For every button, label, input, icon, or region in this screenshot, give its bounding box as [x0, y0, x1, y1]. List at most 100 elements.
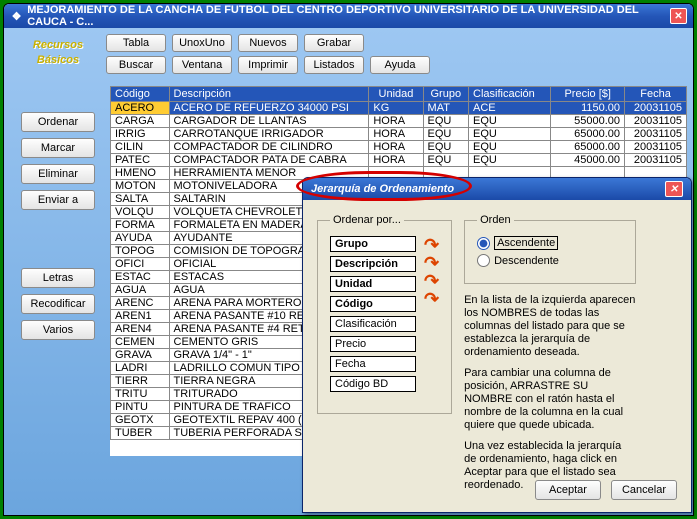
dialog-close-icon[interactable]: ✕ — [665, 181, 683, 197]
cell-codigo: OFICI — [111, 258, 170, 271]
toolbar-row-2: Buscar Ventana Imprimir Listados Ayuda — [106, 56, 687, 74]
ordenar-por-group: Ordenar por... GrupoDescripciónUnidadCód… — [317, 214, 452, 414]
cell-unidad: HORA — [369, 154, 423, 167]
radio-ascendente-input[interactable] — [477, 237, 490, 250]
cell-grupo: EQU — [423, 128, 469, 141]
arrow-icon: ↷ — [424, 292, 439, 308]
unoxuno-button[interactable]: UnoxUno — [172, 34, 232, 52]
cell-codigo: FORMA — [111, 219, 170, 232]
cancelar-button[interactable]: Cancelar — [611, 480, 677, 500]
table-row[interactable]: CILINCOMPACTADOR DE CILINDROHORAEQUEQU65… — [111, 141, 687, 154]
titlebar[interactable]: ❖ MEJORAMIENTO DE LA CANCHA DE FUTBOL DE… — [4, 4, 693, 28]
ordenar-button[interactable]: Ordenar — [21, 112, 95, 132]
cell-grupo: EQU — [423, 141, 469, 154]
app-icon: ❖ — [10, 9, 23, 23]
ventana-button[interactable]: Ventana — [172, 56, 232, 74]
letras-button[interactable]: Letras — [21, 268, 95, 288]
cell-desc: ACERO DE REFUERZO 34000 PSI — [169, 102, 369, 115]
eliminar-button[interactable]: Eliminar — [21, 164, 95, 184]
cell-desc: COMPACTADOR DE CILINDRO — [169, 141, 369, 154]
cell-unidad: KG — [369, 102, 423, 115]
cell-codigo: ACERO — [111, 102, 170, 115]
tabla-button[interactable]: Tabla — [106, 34, 166, 52]
cell-grupo: EQU — [423, 154, 469, 167]
buscar-button[interactable]: Buscar — [106, 56, 166, 74]
cell-codigo: TOPOG — [111, 245, 170, 258]
table-row[interactable]: ACEROACERO DE REFUERZO 34000 PSIKGMATACE… — [111, 102, 687, 115]
cell-codigo: CILIN — [111, 141, 170, 154]
cell-codigo: SALTA — [111, 193, 170, 206]
cell-codigo: ESTAC — [111, 271, 170, 284]
order-field[interactable]: Precio — [330, 336, 416, 352]
aceptar-button[interactable]: Aceptar — [535, 480, 601, 500]
col-header-descripcion[interactable]: Descripción — [169, 87, 369, 102]
cell-clas: ACE — [469, 102, 551, 115]
listados-button[interactable]: Listados — [304, 56, 364, 74]
orden-group: Orden Ascendente Descendente — [464, 214, 636, 284]
cell-precio: 45000.00 — [551, 154, 625, 167]
cell-codigo: PINTU — [111, 401, 170, 414]
col-header-grupo[interactable]: Grupo — [423, 87, 469, 102]
radio-descendente-input[interactable] — [477, 254, 490, 267]
cell-desc: CARROTANQUE IRRIGADOR — [169, 128, 369, 141]
col-header-clasificacion[interactable]: Clasificación — [469, 87, 551, 102]
cell-clas: EQU — [469, 141, 551, 154]
cell-precio: 55000.00 — [551, 115, 625, 128]
radio-ascendente[interactable]: Ascendente — [477, 236, 623, 250]
col-header-precio[interactable]: Precio [$] — [551, 87, 625, 102]
cell-fecha: 20031105 — [625, 115, 687, 128]
cell-fecha: 20031105 — [625, 141, 687, 154]
cell-unidad: HORA — [369, 115, 423, 128]
cell-codigo: AYUDA — [111, 232, 170, 245]
marcar-button[interactable]: Marcar — [21, 138, 95, 158]
cell-unidad: HORA — [369, 128, 423, 141]
cell-clas: EQU — [469, 128, 551, 141]
close-icon[interactable]: ✕ — [670, 8, 687, 24]
nuevos-button[interactable]: Nuevos — [238, 34, 298, 52]
cell-desc: CARGADOR DE LLANTAS — [169, 115, 369, 128]
col-header-codigo[interactable]: Código — [111, 87, 170, 102]
order-field[interactable]: Código BD — [330, 376, 416, 392]
cell-codigo: HMENO — [111, 167, 170, 180]
col-header-fecha[interactable]: Fecha — [625, 87, 687, 102]
table-row[interactable]: IRRIGCARROTANQUE IRRIGADORHORAEQUEQU6500… — [111, 128, 687, 141]
order-field[interactable]: Clasificación — [330, 316, 416, 332]
table-row[interactable]: PATECCOMPACTADOR PATA DE CABRAHORAEQUEQU… — [111, 154, 687, 167]
order-field[interactable]: Grupo — [330, 236, 416, 252]
cell-clas: EQU — [469, 154, 551, 167]
order-field[interactable]: Fecha — [330, 356, 416, 372]
cell-desc: COMPACTADOR PATA DE CABRA — [169, 154, 369, 167]
recodificar-button[interactable]: Recodificar — [21, 294, 95, 314]
cell-codigo: TRITU — [111, 388, 170, 401]
ayuda-button[interactable]: Ayuda — [370, 56, 430, 74]
cell-codigo: LADRI — [111, 362, 170, 375]
dialog-titlebar[interactable]: Jerarquía de Ordenamiento ✕ — [303, 178, 691, 200]
enviar-button[interactable]: Enviar a — [21, 190, 95, 210]
order-field[interactable]: Código — [330, 296, 416, 312]
cell-codigo: CEMEN — [111, 336, 170, 349]
radio-descendente[interactable]: Descendente — [477, 254, 623, 267]
dialog-help-text: En la lista de la izquierda aparecen los… — [464, 294, 636, 500]
cell-codigo: TIERR — [111, 375, 170, 388]
order-dialog: Jerarquía de Ordenamiento ✕ Ordenar por.… — [302, 177, 692, 513]
grabar-button[interactable]: Grabar — [304, 34, 364, 52]
cell-fecha: 20031105 — [625, 128, 687, 141]
toolbar-row-1: Tabla UnoxUno Nuevos Grabar — [106, 34, 687, 52]
varios-button[interactable]: Varios — [21, 320, 95, 340]
module-logo: Recursos Básicos — [10, 34, 106, 78]
table-row[interactable]: CARGACARGADOR DE LLANTASHORAEQUEQU55000.… — [111, 115, 687, 128]
window-title: MEJORAMIENTO DE LA CANCHA DE FUTBOL DEL … — [27, 4, 670, 28]
arrow-icon: ↷ — [424, 238, 439, 254]
col-header-unidad[interactable]: Unidad — [369, 87, 423, 102]
cell-unidad: HORA — [369, 141, 423, 154]
dialog-title: Jerarquía de Ordenamiento — [311, 183, 454, 195]
reorder-arrows: ↷ ↷ ↷ ↷ — [424, 236, 439, 392]
cell-fecha: 20031105 — [625, 154, 687, 167]
cell-precio: 1150.00 — [551, 102, 625, 115]
cell-grupo: MAT — [423, 102, 469, 115]
cell-codigo: MOTON — [111, 180, 170, 193]
order-field[interactable]: Descripción — [330, 256, 416, 272]
cell-grupo: EQU — [423, 115, 469, 128]
order-field[interactable]: Unidad — [330, 276, 416, 292]
imprimir-button[interactable]: Imprimir — [238, 56, 298, 74]
